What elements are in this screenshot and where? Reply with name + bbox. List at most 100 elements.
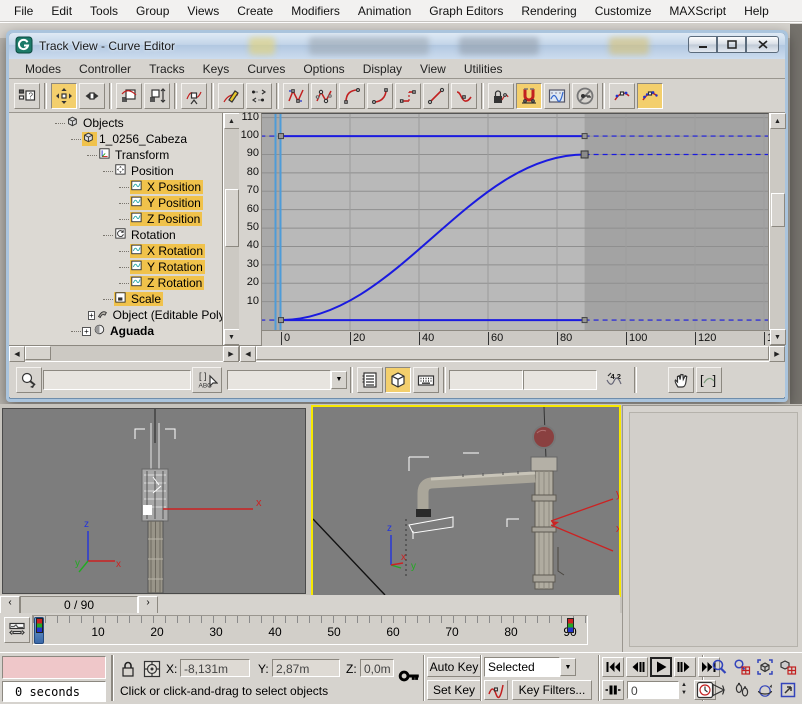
tv-menu-controller[interactable]: Controller (71, 60, 139, 78)
tree-hscrollbar[interactable]: ◀ ▶ (9, 346, 239, 361)
close-button[interactable] (746, 36, 779, 53)
track-bar[interactable]: 102030405060708090 (0, 613, 622, 653)
tangent-fast-icon[interactable] (339, 83, 365, 109)
show-keyable-icon[interactable] (572, 83, 598, 109)
tangent-smooth-icon[interactable] (451, 83, 477, 109)
menu-customize[interactable]: Customize (587, 2, 660, 20)
next-frame-icon[interactable] (674, 657, 696, 677)
tree-item-y-rotation[interactable]: Y Rotation (9, 259, 222, 275)
menu-maxscript[interactable]: MAXScript (661, 2, 734, 20)
expand-icon[interactable]: + (82, 327, 91, 336)
key-time-field[interactable] (449, 370, 523, 390)
pan-view-icon[interactable] (731, 679, 753, 700)
scroll-down-icon[interactable]: ▼ (224, 329, 240, 345)
tree-item-x-position[interactable]: X Position (9, 179, 222, 195)
play-icon[interactable] (650, 657, 672, 677)
keyboard-shortcut-icon[interactable] (413, 367, 439, 393)
scroll-right-icon[interactable]: ▶ (769, 346, 785, 362)
scroll-down-icon[interactable]: ▼ (770, 329, 786, 345)
param-out-of-range-icon[interactable] (544, 83, 570, 109)
tv-menu-modes[interactable]: Modes (17, 60, 69, 78)
next-frame-spinner[interactable]: › (138, 596, 158, 614)
menu-tools[interactable]: Tools (82, 2, 126, 20)
key-stats-icon[interactable]: 4.2 (598, 367, 630, 393)
viewport-perspective-active[interactable]: y x z x y (311, 405, 621, 597)
keyframe-marker[interactable] (567, 618, 574, 633)
graph-scrollbar[interactable]: ▲ ▼ (769, 113, 785, 345)
expand-icon[interactable]: + (88, 311, 95, 320)
zoom-icon[interactable] (708, 656, 730, 677)
dropdown-arrow-icon[interactable]: ▼ (560, 658, 576, 676)
show-selected-curves-icon[interactable] (385, 367, 411, 393)
menu-group[interactable]: Group (128, 2, 177, 20)
menu-file[interactable]: File (6, 2, 41, 20)
set-key-button[interactable]: Set Key (427, 680, 481, 700)
add-keys-icon[interactable] (181, 83, 207, 109)
maxscript-listener-result[interactable]: 0 seconds (2, 681, 106, 702)
tree-item-scale[interactable]: Scale (9, 291, 222, 307)
scroll-right-icon[interactable]: ▶ (223, 346, 239, 362)
tree-scrollbar[interactable]: ▲ ▼ (223, 113, 239, 345)
zoom-selected-object-icon[interactable] (16, 367, 42, 393)
dropdown-arrow-icon[interactable]: ▼ (331, 371, 347, 389)
pan-hand-icon[interactable] (668, 367, 694, 393)
scroll-thumb[interactable] (771, 193, 785, 227)
zoom-extents-icon[interactable] (754, 656, 776, 677)
tv-menu-utilities[interactable]: Utilities (456, 60, 511, 78)
menu-modifiers[interactable]: Modifiers (283, 2, 348, 20)
zoom-extents-all-icon[interactable] (777, 656, 799, 677)
scroll-thumb[interactable] (256, 346, 769, 360)
edit-track-set-icon[interactable]: [ ]ABC (192, 367, 222, 393)
key-mode-icon[interactable] (602, 680, 624, 700)
absolute-mode-icon[interactable] (142, 659, 162, 679)
set-key-big-icon[interactable] (394, 663, 424, 689)
menu-edit[interactable]: Edit (43, 2, 80, 20)
prev-frame-spinner[interactable]: ‹ (0, 596, 20, 614)
tree-item-z-rotation[interactable]: Z Rotation (9, 275, 222, 291)
tangent-linear-icon[interactable] (423, 83, 449, 109)
zoom-value-extents-icon[interactable]: [] (696, 367, 722, 393)
menu-rendering[interactable]: Rendering (513, 2, 584, 20)
minimize-button[interactable] (688, 36, 717, 53)
tv-menu-display[interactable]: Display (355, 60, 410, 78)
draw-curves-icon[interactable] (218, 83, 244, 109)
maximize-viewport-icon[interactable] (777, 679, 799, 700)
tangent-custom-icon[interactable] (311, 83, 337, 109)
scroll-up-icon[interactable]: ▲ (224, 113, 240, 129)
scale-values-icon[interactable] (144, 83, 170, 109)
slide-keys-icon[interactable] (79, 83, 105, 109)
menu-help[interactable]: Help (736, 2, 777, 20)
scroll-thumb[interactable] (225, 189, 239, 247)
scroll-left-icon[interactable]: ◀ (240, 346, 256, 362)
keyframe-marker[interactable] (36, 618, 43, 633)
tree-item-position[interactable]: Position (9, 163, 222, 179)
snap-frames-icon[interactable] (516, 83, 542, 109)
menu-animation[interactable]: Animation (350, 2, 419, 20)
zoom-all-icon[interactable] (731, 656, 753, 677)
tree-item-aguada[interactable]: +Aguada (9, 323, 222, 339)
tree-item-objects[interactable]: Objects (9, 115, 222, 131)
reduce-keys-icon[interactable] (246, 83, 272, 109)
tree-item-object-editable-poly-[interactable]: +Object (Editable Poly) (9, 307, 222, 323)
key-value-field[interactable] (523, 370, 597, 390)
tree-item-transform[interactable]: Transform (9, 147, 222, 163)
tree-item-1-0256-cabeza[interactable]: 1_0256_Cabeza (9, 131, 222, 147)
new-key-tangent-icon[interactable] (484, 680, 508, 700)
scroll-thumb[interactable] (25, 346, 51, 360)
tv-menu-tracks[interactable]: Tracks (141, 60, 193, 78)
move-keys-icon[interactable] (51, 83, 77, 109)
viewport-front[interactable]: x z y x (2, 408, 306, 594)
y-coordinate-field[interactable]: 2,87m (272, 659, 340, 677)
maximize-button[interactable] (717, 36, 746, 53)
tangent-auto-icon[interactable] (283, 83, 309, 109)
trackview-titlebar[interactable]: Track View - Curve Editor (9, 33, 785, 59)
auto-key-button[interactable]: Auto Key (427, 657, 481, 677)
prev-frame-icon[interactable] (626, 657, 648, 677)
tv-menu-keys[interactable]: Keys (195, 60, 238, 78)
scroll-left-icon[interactable]: ◀ (9, 346, 25, 362)
menu-create[interactable]: Create (229, 2, 281, 20)
tangent-step-icon[interactable] (395, 83, 421, 109)
open-mini-curve-editor-icon[interactable] (4, 617, 30, 643)
scale-keys-icon[interactable] (116, 83, 142, 109)
track-hierarchy-tree[interactable]: Objects1_0256_CabezaTransformPositionX P… (9, 113, 223, 345)
